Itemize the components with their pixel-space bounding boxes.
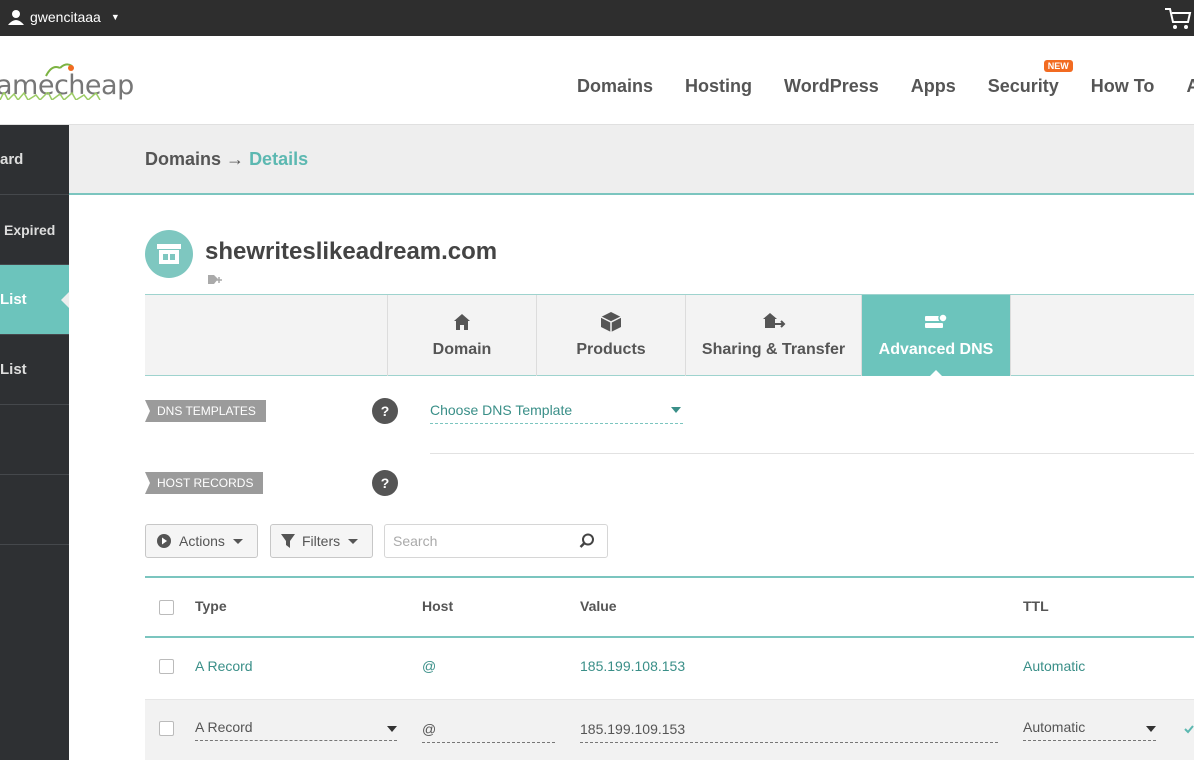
sidebar: ard Expired List List [0, 125, 69, 760]
save-check-icon[interactable] [1184, 724, 1194, 734]
breadcrumb-bar: Domains → Details [69, 125, 1194, 195]
server-icon [925, 313, 948, 328]
sidebar-item-5[interactable] [0, 405, 69, 475]
table-row-editing: A Record @ 185.199.109.153 Automatic [145, 700, 1194, 760]
site-header: amecheap Domains Hosting WordPress Apps … [0, 36, 1194, 125]
play-circle-icon [157, 534, 171, 548]
logo-grass-icon [0, 92, 101, 100]
store-icon [145, 230, 193, 278]
record-type-select[interactable]: A Record [195, 719, 397, 741]
host-records-help-icon[interactable]: ? [372, 470, 398, 496]
sidebar-item-domain-list[interactable]: List [0, 265, 69, 335]
user-menu[interactable]: gwencitaaa ▼ [8, 9, 120, 25]
breadcrumb-details: Details [249, 149, 309, 169]
table-row: A Record @ 185.199.108.153 Automatic [145, 638, 1194, 700]
nav-hosting[interactable]: Hosting [685, 76, 752, 97]
tab-products[interactable]: Products [536, 295, 685, 376]
tab-sharing-transfer[interactable]: Sharing & Transfer [685, 295, 861, 376]
breadcrumb-domains[interactable]: Domains [145, 149, 221, 169]
chevron-down-icon [348, 538, 359, 544]
row-checkbox[interactable] [159, 659, 174, 674]
dns-templates-help-icon[interactable]: ? [372, 398, 398, 424]
column-ttl: TTL [1023, 598, 1049, 614]
namecheap-logo[interactable]: amecheap [0, 62, 134, 102]
column-host: Host [422, 598, 454, 614]
sidebar-item-list[interactable]: List [0, 335, 69, 405]
nav-account[interactable]: Ac [1186, 76, 1194, 97]
nav-how-to[interactable]: How To [1091, 76, 1155, 97]
box-icon [600, 312, 622, 332]
sidebar-item-6[interactable] [0, 475, 69, 545]
tab-domain[interactable]: Domain [387, 295, 536, 376]
record-value-input[interactable]: 185.199.109.153 [580, 721, 998, 743]
search-input[interactable] [385, 525, 565, 557]
tab-advanced-dns[interactable]: Advanced DNS [861, 295, 1010, 377]
row-checkbox[interactable] [159, 721, 174, 736]
home-icon [454, 314, 470, 330]
host-records-label: HOST RECORDS [145, 472, 264, 494]
record-type[interactable]: A Record [195, 658, 253, 674]
sidebar-item-dashboard[interactable]: ard [0, 125, 69, 195]
house-arrow-icon [762, 313, 785, 328]
sidebar-item-expired[interactable]: Expired [0, 195, 69, 265]
search-box [384, 524, 608, 558]
record-value[interactable]: 185.199.108.153 [580, 658, 685, 674]
record-ttl[interactable]: Automatic [1023, 658, 1085, 674]
search-icon[interactable] [579, 533, 595, 549]
dns-template-select[interactable]: Choose DNS Template [430, 402, 683, 424]
record-host[interactable]: @ [422, 658, 436, 674]
top-bar: gwencitaaa ▼ [0, 0, 1194, 36]
domain-tabs: Domain Products Sharing & Transfer Advan… [145, 294, 1194, 377]
chevron-down-icon [1146, 726, 1156, 732]
filter-icon [281, 534, 295, 548]
select-all-checkbox[interactable] [159, 600, 174, 615]
record-ttl-select[interactable]: Automatic [1023, 719, 1156, 741]
actions-button[interactable]: Actions [145, 524, 258, 558]
chevron-down-icon [387, 726, 397, 732]
username: gwencitaaa [30, 9, 101, 25]
record-host-input[interactable]: @ [422, 721, 555, 743]
logo-leaf-icon [45, 63, 74, 77]
nav-wordpress[interactable]: WordPress [784, 76, 879, 97]
user-icon [8, 10, 24, 25]
nav-apps[interactable]: Apps [911, 76, 956, 97]
section-divider [430, 453, 1194, 454]
tab-spacer [1010, 295, 1194, 376]
main-nav: Domains Hosting WordPress Apps Security N… [577, 60, 1194, 97]
domain-name: shewriteslikeadream.com [205, 238, 498, 265]
chevron-down-icon: ▼ [110, 12, 120, 22]
dns-templates-label: DNS TEMPLATES [145, 400, 266, 422]
chevron-down-icon [671, 407, 681, 413]
column-value: Value [580, 598, 617, 614]
nav-security[interactable]: Security NEW [988, 60, 1073, 97]
column-type: Type [195, 598, 227, 614]
nav-domains[interactable]: Domains [577, 76, 653, 97]
chevron-down-icon [232, 538, 243, 544]
filters-button[interactable]: Filters [270, 524, 373, 558]
breadcrumb-arrow: → [226, 149, 245, 169]
add-tag-icon[interactable] [207, 274, 223, 289]
table-header: Type Host Value TTL [145, 576, 1194, 638]
breadcrumb: Domains → Details [145, 149, 308, 170]
cart-icon[interactable] [1164, 6, 1192, 32]
new-badge: NEW [1043, 60, 1073, 72]
